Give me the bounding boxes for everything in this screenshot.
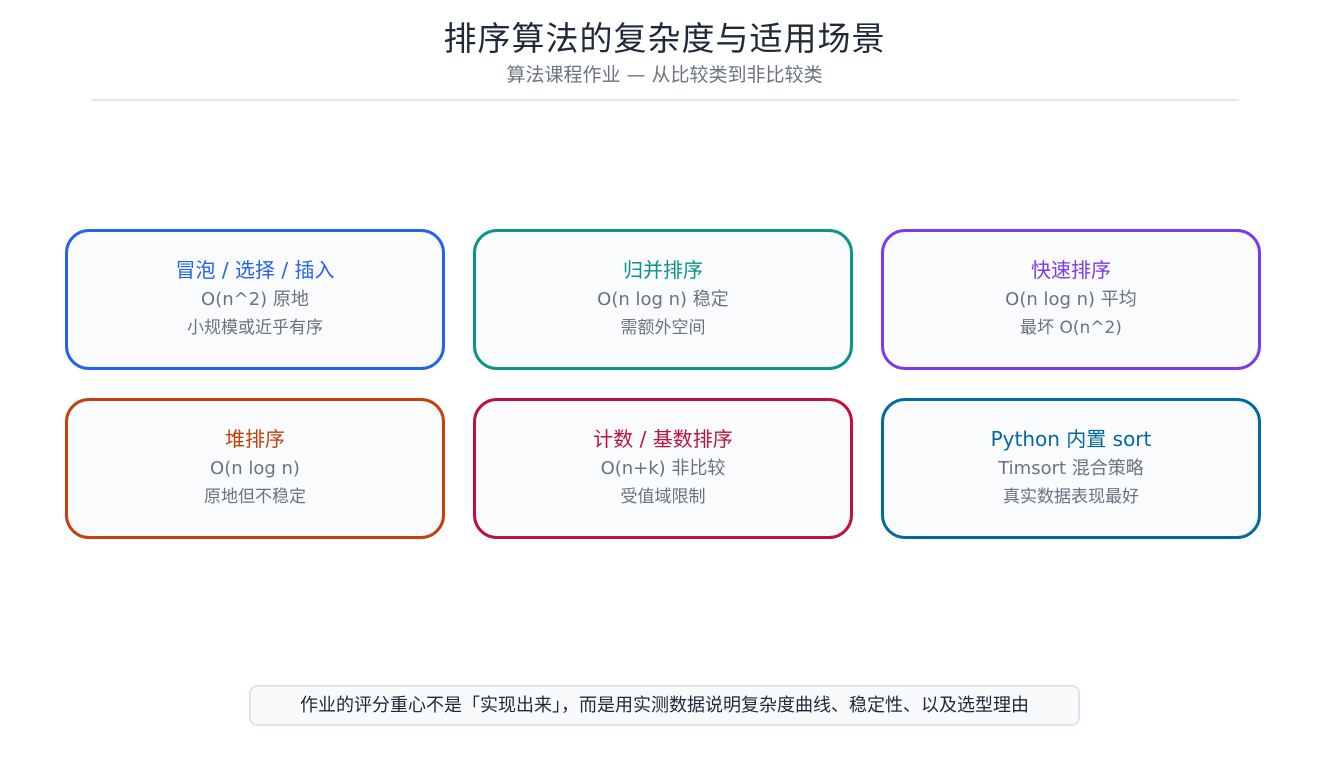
card-title: 堆排序 xyxy=(225,427,285,451)
card-note: 最坏 O(n^2) xyxy=(1020,318,1122,338)
card-title: 快速排序 xyxy=(1031,258,1111,282)
card-simple-sorts: 冒泡 / 选择 / 插入 O(n^2) 原地 小规模或近乎有序 xyxy=(65,229,445,370)
grading-note: 作业的评分重心不是「实现出来」，而是用实测数据说明复杂度曲线、稳定性、以及选型理… xyxy=(249,685,1080,726)
card-complexity: O(n log n) xyxy=(210,458,300,479)
card-python-sort: Python 内置 sort Timsort 混合策略 真实数据表现最好 xyxy=(881,398,1261,539)
card-title: 归并排序 xyxy=(623,258,703,282)
header-divider xyxy=(91,99,1239,101)
page-title: 排序算法的复杂度与适用场景 xyxy=(443,19,886,58)
card-note: 原地但不稳定 xyxy=(204,487,306,507)
card-complexity: Timsort 混合策略 xyxy=(998,458,1144,479)
card-complexity: O(n^2) 原地 xyxy=(201,289,309,310)
card-title: 冒泡 / 选择 / 插入 xyxy=(175,258,335,282)
card-complexity: O(n+k) 非比较 xyxy=(600,458,726,479)
card-note: 真实数据表现最好 xyxy=(1003,487,1139,507)
card-complexity: O(n log n) 平均 xyxy=(1005,289,1137,310)
page-subtitle: 算法课程作业 — 从比较类到非比较类 xyxy=(506,64,823,86)
card-note: 需额外空间 xyxy=(620,318,706,338)
card-note: 小规模或近乎有序 xyxy=(187,318,323,338)
card-title: 计数 / 基数排序 xyxy=(593,427,733,451)
card-counting-radix-sort: 计数 / 基数排序 O(n+k) 非比较 受值域限制 xyxy=(473,398,853,539)
card-note: 受值域限制 xyxy=(620,487,706,507)
card-title: Python 内置 sort xyxy=(990,427,1152,451)
card-merge-sort: 归并排序 O(n log n) 稳定 需额外空间 xyxy=(473,229,853,370)
card-heap-sort: 堆排序 O(n log n) 原地但不稳定 xyxy=(65,398,445,539)
card-quick-sort: 快速排序 O(n log n) 平均 最坏 O(n^2) xyxy=(881,229,1261,370)
card-complexity: O(n log n) 稳定 xyxy=(597,289,729,310)
